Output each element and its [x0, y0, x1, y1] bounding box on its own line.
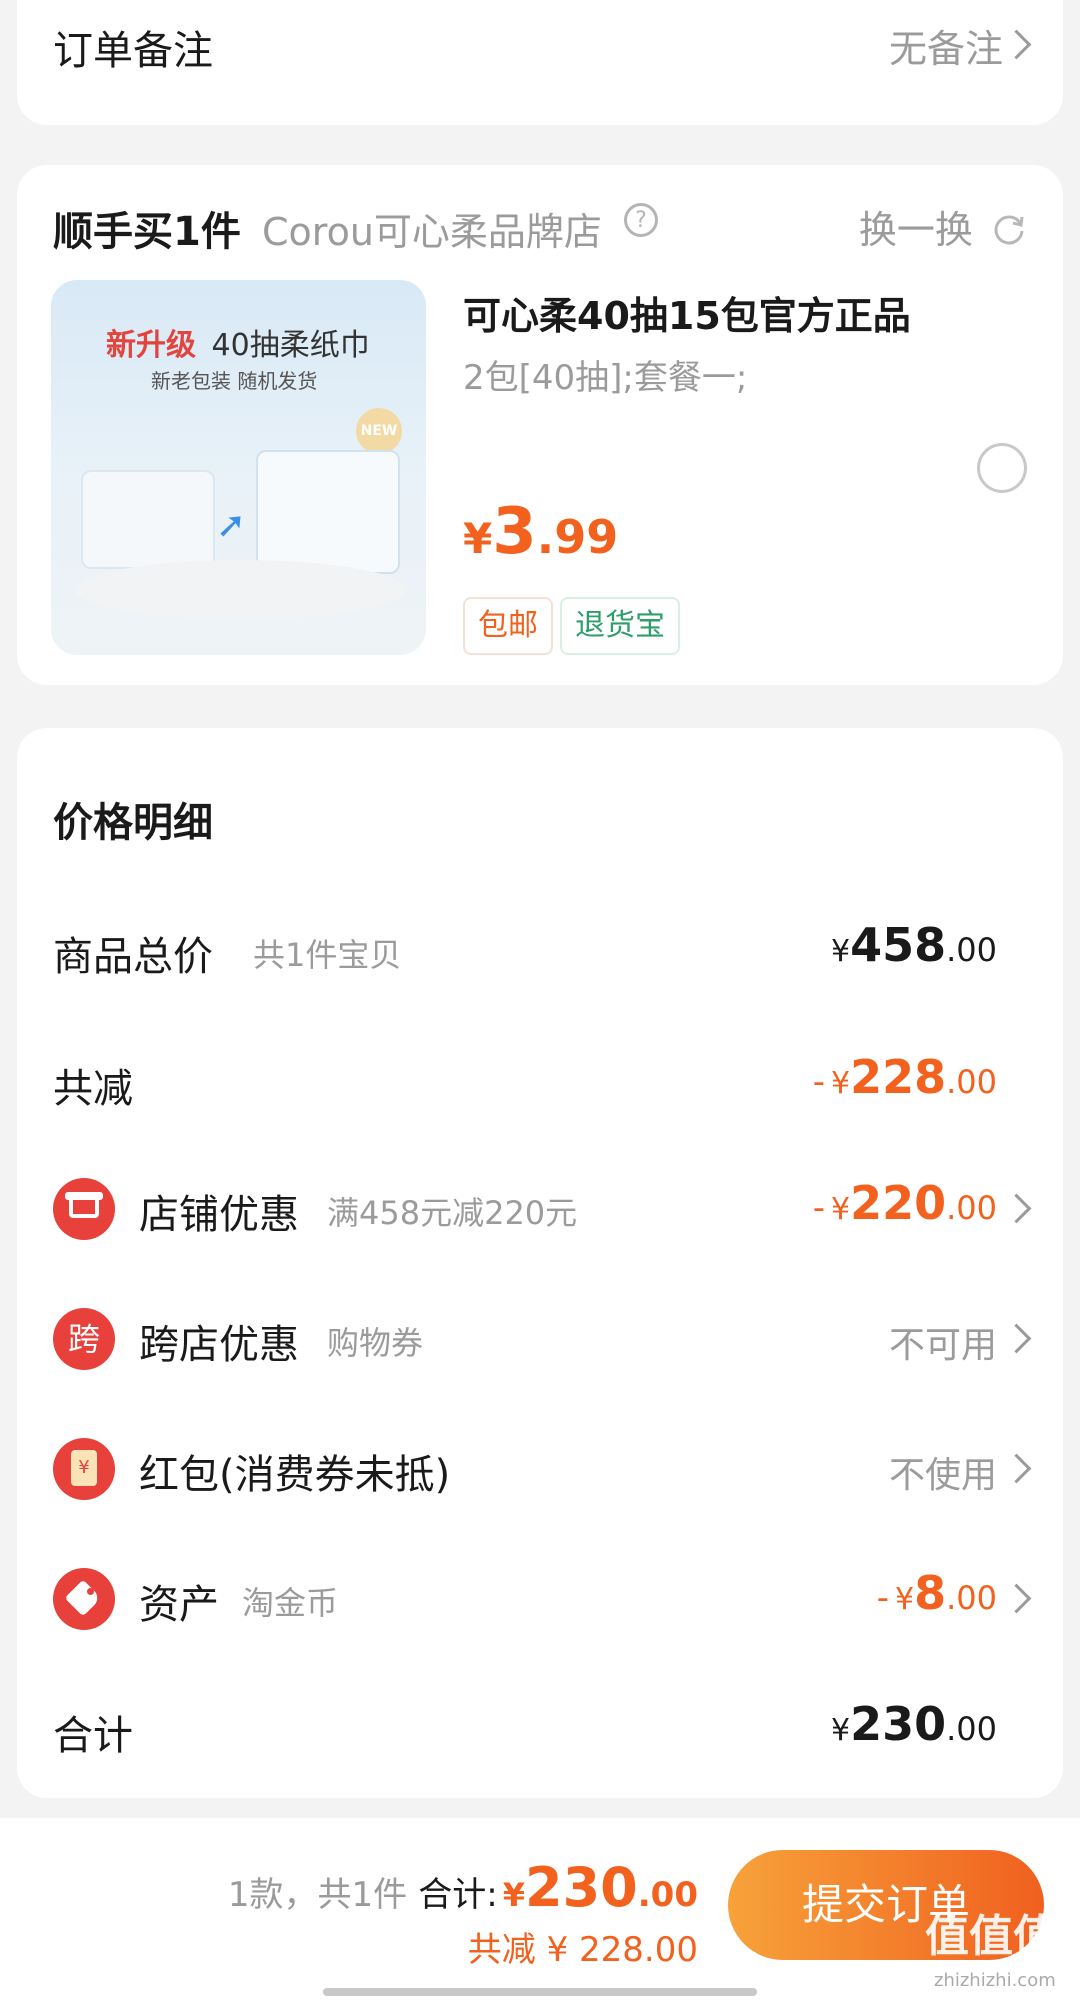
product-image[interactable]: 新升级 40抽柔纸巾 新老包装 随机发货 NEW ➚ — [51, 280, 426, 655]
cross-shop-label: 跨店优惠 — [139, 1322, 299, 1368]
shop-discount-row[interactable]: 店铺优惠 满458元减220元 - ¥220.00 — [17, 1158, 1063, 1258]
footer-summary: 1款，共1件 合计: ¥230.00 — [228, 1856, 698, 1919]
cross-shop-sub: 购物券 — [327, 1324, 424, 1362]
shop-discount-sub: 满458元减220元 — [327, 1194, 578, 1232]
cross-shop-icon: 跨 — [53, 1308, 115, 1370]
bottom-bar: 1款，共1件 合计: ¥230.00 共减 ¥ 228.00 提交订单 值值值 … — [0, 1818, 1080, 2004]
red-packet-icon: ¥ — [53, 1438, 115, 1500]
watermark: 值值值 — [925, 1911, 1057, 1962]
assets-row[interactable]: 资产 淘金币 - ¥8.00 — [17, 1548, 1063, 1648]
total-off-label: 共减 — [53, 1066, 133, 1112]
footer-total-value: ¥230.00 — [502, 1856, 698, 1919]
product-spec: 2包[40抽];套餐一; — [463, 358, 748, 398]
remark-card[interactable]: 订单备注 无备注 — [17, 0, 1063, 125]
footer-count: 1款，共1件 — [227, 1875, 408, 1915]
tag-icon — [53, 1568, 115, 1630]
watermark-url: zhizhizhi.com — [934, 1970, 1056, 1991]
store-icon — [53, 1178, 115, 1240]
goods-total-label: 商品总价 — [53, 934, 213, 980]
help-icon[interactable]: ? — [624, 203, 658, 237]
chevron-right-icon — [1001, 1453, 1032, 1484]
image-headline: 新升级 40抽柔纸巾 — [106, 328, 370, 363]
assets-value: - ¥8.00 — [876, 1566, 997, 1620]
addon-shop-name[interactable]: Corou可心柔品牌店 — [262, 201, 602, 256]
total-off-value: - ¥228.00 — [812, 1050, 997, 1104]
goods-total-sub: 共1件宝贝 — [253, 936, 402, 974]
footer-saved: 共减 ¥ 228.00 — [467, 1930, 698, 1970]
product-price: ¥3.99 — [463, 495, 619, 569]
total-value: ¥230.00 — [830, 1697, 997, 1751]
price-detail-card: 价格明细 商品总价 共1件宝贝 ¥458.00 共减 - ¥228.00 店铺优惠… — [17, 728, 1063, 1798]
assets-label: 资产 — [139, 1582, 219, 1628]
chevron-right-icon — [1001, 1323, 1032, 1354]
red-packet-label: 红包(消费券未抵) — [139, 1452, 451, 1498]
home-indicator[interactable] — [323, 1988, 757, 1996]
refresh-icon — [994, 215, 1024, 245]
shop-discount-value: - ¥220.00 — [812, 1176, 997, 1230]
chevron-right-icon — [1001, 1193, 1032, 1224]
new-badge: NEW — [356, 408, 402, 454]
chevron-right-icon — [1001, 29, 1032, 60]
image-subtitle: 新老包装 随机发货 — [151, 369, 318, 393]
select-radio[interactable] — [977, 443, 1027, 493]
shop-discount-label: 店铺优惠 — [139, 1192, 299, 1238]
assets-sub: 淘金币 — [242, 1584, 339, 1622]
arrow-icon: ➚ — [216, 505, 247, 546]
free-shipping-tag: 包邮 — [463, 597, 553, 655]
remark-value: 无备注 — [888, 27, 1003, 71]
addon-title: 顺手买1件 — [53, 209, 241, 255]
addon-card: 顺手买1件 Corou可心柔品牌店 ? 换一换 新升级 40抽柔纸巾 新老包装 … — [17, 165, 1063, 685]
total-label: 合计 — [53, 1713, 133, 1759]
old-pack-illustration — [81, 470, 215, 569]
pedestal — [76, 560, 406, 620]
return-insurance-tag: 退货宝 — [560, 597, 680, 655]
red-packet-row[interactable]: ¥ 红包(消费券未抵) 不使用 — [17, 1418, 1063, 1518]
footer-total-label: 合计: — [418, 1875, 498, 1915]
switch-button[interactable]: 换一换 — [859, 199, 1027, 254]
price-detail-title: 价格明细 — [53, 800, 213, 846]
cross-shop-value: 不可用 — [888, 1325, 997, 1366]
cross-shop-row[interactable]: 跨 跨店优惠 购物券 不可用 — [17, 1288, 1063, 1388]
chevron-right-icon — [1001, 1583, 1032, 1614]
goods-total-value: ¥458.00 — [830, 918, 997, 972]
product-name[interactable]: 可心柔40抽15包官方正品 — [463, 285, 911, 340]
new-pack-illustration — [256, 450, 400, 574]
remark-label: 订单备注 — [53, 28, 213, 74]
switch-label: 换一换 — [858, 208, 973, 252]
red-packet-value: 不使用 — [888, 1455, 997, 1496]
